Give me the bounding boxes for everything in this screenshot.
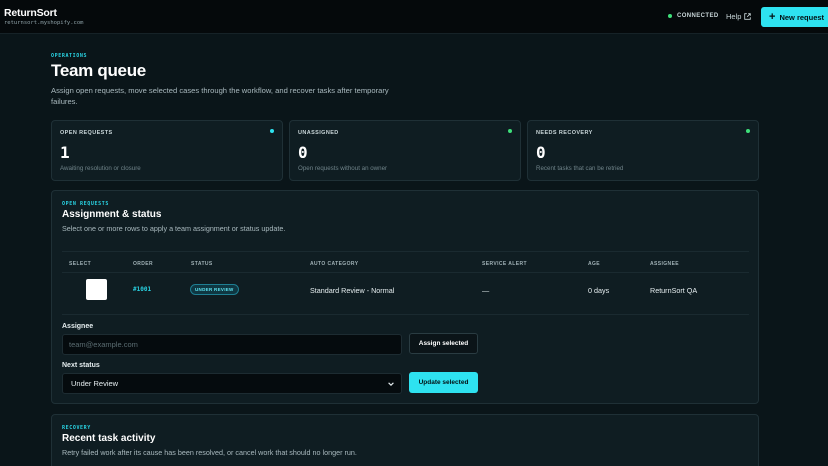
plus-icon: +: [769, 10, 776, 23]
stat-label: NEEDS RECOVERY: [536, 130, 593, 136]
stat-note: Awaiting resolution or closure: [60, 165, 141, 172]
panel-eyebrow: RECOVERY: [62, 425, 91, 431]
assignee-name: ReturnSort QA: [650, 286, 698, 295]
order-link[interactable]: #1001: [133, 286, 151, 293]
next-status-select[interactable]: Under Review: [62, 373, 402, 394]
panel-title: Assignment & status: [62, 209, 162, 220]
new-request-label: New request: [779, 12, 825, 22]
auto-category: Standard Review - Normal: [310, 286, 395, 295]
top-bar: ReturnSort returnsort.myshopify.com CONN…: [0, 0, 828, 34]
app-name: ReturnSort: [4, 7, 57, 19]
assignee-label: Assignee: [62, 323, 94, 330]
status-dot-icon: [668, 14, 672, 18]
column-header-age: AGE: [588, 261, 601, 267]
stat-card-unassigned: UNASSIGNED 0 Open requests without an ow…: [289, 120, 521, 181]
panel-subtitle: Select one or more rows to apply a team …: [62, 224, 286, 233]
new-request-button[interactable]: + New request: [761, 7, 828, 27]
brand: ReturnSort returnsort.myshopify.com: [4, 7, 83, 26]
status-dot-icon: [508, 129, 512, 133]
stat-card-open-requests: OPEN REQUESTS 1 Awaiting resolution or c…: [51, 120, 283, 181]
recovery-panel: RECOVERY Recent task activity Retry fail…: [51, 414, 759, 466]
assign-selected-button[interactable]: Assign selected: [409, 333, 478, 354]
column-header-service-alert: SERVICE ALERT: [482, 261, 527, 267]
external-link-icon: [744, 13, 752, 20]
shop-domain: returnsort.myshopify.com: [4, 20, 84, 26]
stat-value: 0: [298, 143, 308, 162]
chevron-down-icon: [388, 382, 394, 386]
next-status-value: Under Review: [71, 379, 119, 388]
stat-value: 0: [536, 143, 546, 162]
help-label: Help: [726, 12, 742, 21]
update-selected-button[interactable]: Update selected: [409, 372, 478, 393]
assignee-input[interactable]: [62, 334, 402, 355]
column-header-category: AUTO CATEGORY: [310, 261, 359, 267]
assignment-panel: OPEN REQUESTS Assignment & status Select…: [51, 190, 759, 404]
table-row[interactable]: #1001 UNDER REVIEW Standard Review - Nor…: [62, 272, 749, 307]
requests-table: SELECT ORDER STATUS AUTO CATEGORY SERVIC…: [62, 251, 749, 315]
stat-value: 1: [60, 143, 70, 162]
column-header-assignee: ASSIGNEE: [650, 261, 680, 267]
panel-title: Recent task activity: [62, 433, 156, 444]
status-dot-icon: [270, 129, 274, 133]
row-select-checkbox[interactable]: [86, 279, 107, 300]
stat-label: UNASSIGNED: [298, 130, 339, 136]
page-eyebrow: OPERATIONS: [51, 53, 88, 59]
page-title: Team queue: [51, 61, 146, 80]
stat-note: Open requests without an owner: [298, 165, 388, 172]
help-link[interactable]: Help: [726, 12, 752, 21]
service-alert: —: [482, 286, 490, 295]
column-header-status: STATUS: [191, 261, 213, 267]
connection-indicator: CONNECTED: [668, 13, 719, 19]
panel-eyebrow: OPEN REQUESTS: [62, 201, 109, 207]
column-header-order: ORDER: [133, 261, 154, 267]
stat-label: OPEN REQUESTS: [60, 130, 113, 136]
stat-note: Recent tasks that can be retried: [536, 165, 624, 172]
connection-status: CONNECTED: [677, 13, 719, 19]
status-dot-icon: [746, 129, 750, 133]
request-age: 0 days: [588, 286, 610, 295]
stat-card-needs-recovery: NEEDS RECOVERY 0 Recent tasks that can b…: [527, 120, 759, 181]
status-badge: UNDER REVIEW: [190, 284, 239, 295]
panel-subtitle: Retry failed work after its cause has be…: [62, 448, 357, 457]
column-header-select: SELECT: [69, 261, 92, 267]
page-subtitle: Assign open requests, move selected case…: [51, 86, 389, 106]
next-status-label: Next status: [62, 362, 100, 369]
